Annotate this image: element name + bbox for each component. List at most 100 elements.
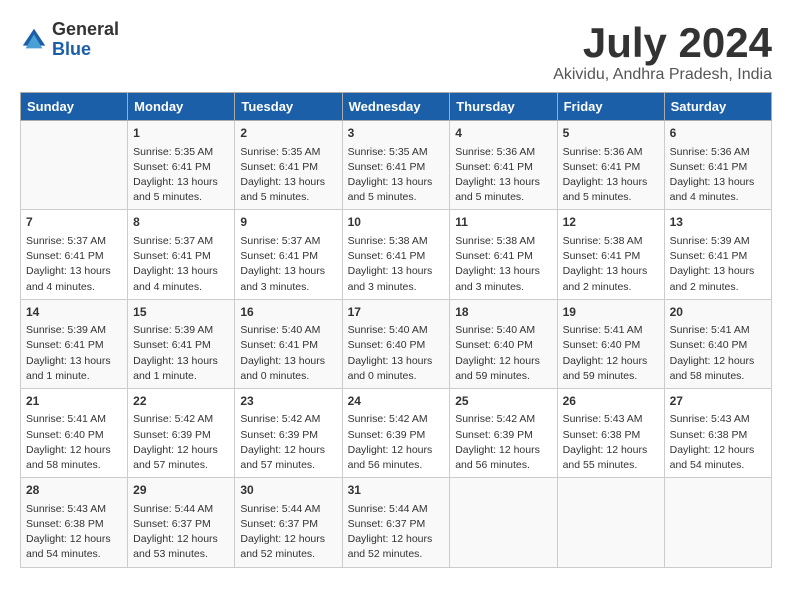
day-info-line: Sunrise: 5:38 AM <box>563 234 659 249</box>
day-number: 27 <box>670 393 766 410</box>
day-info-line: Daylight: 12 hours <box>455 354 551 369</box>
day-info-line: Daylight: 12 hours <box>563 354 659 369</box>
day-info-line: Daylight: 13 hours <box>26 354 122 369</box>
calendar-cell: 11Sunrise: 5:38 AMSunset: 6:41 PMDayligh… <box>450 210 557 299</box>
calendar-cell: 3Sunrise: 5:35 AMSunset: 6:41 PMDaylight… <box>342 121 450 210</box>
day-info-line: and 3 minutes. <box>348 280 445 295</box>
day-info-line: Sunset: 6:38 PM <box>670 428 766 443</box>
day-number: 17 <box>348 304 445 321</box>
day-number: 24 <box>348 393 445 410</box>
calendar-cell: 23Sunrise: 5:42 AMSunset: 6:39 PMDayligh… <box>235 388 342 477</box>
day-info-line: Sunset: 6:41 PM <box>455 249 551 264</box>
day-number: 29 <box>133 482 229 499</box>
day-info-line: Sunrise: 5:40 AM <box>348 323 445 338</box>
day-info-line: and 5 minutes. <box>563 190 659 205</box>
week-row-3: 14Sunrise: 5:39 AMSunset: 6:41 PMDayligh… <box>21 299 772 388</box>
day-info-line: Daylight: 13 hours <box>348 264 445 279</box>
calendar-cell: 12Sunrise: 5:38 AMSunset: 6:41 PMDayligh… <box>557 210 664 299</box>
week-row-4: 21Sunrise: 5:41 AMSunset: 6:40 PMDayligh… <box>21 388 772 477</box>
day-info-line: Sunset: 6:41 PM <box>26 338 122 353</box>
day-info-line: and 5 minutes. <box>348 190 445 205</box>
day-info-line: Daylight: 13 hours <box>133 264 229 279</box>
day-number: 7 <box>26 214 122 231</box>
day-info-line: Sunrise: 5:42 AM <box>240 412 336 427</box>
day-info-line: Sunrise: 5:42 AM <box>133 412 229 427</box>
day-info-line: Sunset: 6:41 PM <box>455 160 551 175</box>
day-number: 6 <box>670 125 766 142</box>
day-info-line: Sunrise: 5:43 AM <box>26 502 122 517</box>
day-info-line: Sunset: 6:38 PM <box>563 428 659 443</box>
day-info-line: Daylight: 13 hours <box>240 354 336 369</box>
calendar-cell: 22Sunrise: 5:42 AMSunset: 6:39 PMDayligh… <box>128 388 235 477</box>
calendar-cell: 9Sunrise: 5:37 AMSunset: 6:41 PMDaylight… <box>235 210 342 299</box>
day-number: 5 <box>563 125 659 142</box>
day-number: 11 <box>455 214 551 231</box>
calendar-cell: 30Sunrise: 5:44 AMSunset: 6:37 PMDayligh… <box>235 478 342 567</box>
day-info-line: Sunrise: 5:40 AM <box>240 323 336 338</box>
day-info-line: Sunrise: 5:42 AM <box>455 412 551 427</box>
day-info-line: and 5 minutes. <box>455 190 551 205</box>
day-info-line: and 1 minute. <box>133 369 229 384</box>
day-info-line: Sunrise: 5:39 AM <box>670 234 766 249</box>
day-info-line: Daylight: 13 hours <box>348 354 445 369</box>
day-info-line: Sunrise: 5:35 AM <box>133 145 229 160</box>
day-info-line: Sunset: 6:41 PM <box>348 160 445 175</box>
day-info-line: Daylight: 13 hours <box>563 264 659 279</box>
day-number: 12 <box>563 214 659 231</box>
calendar-cell: 24Sunrise: 5:42 AMSunset: 6:39 PMDayligh… <box>342 388 450 477</box>
logo-blue: Blue <box>52 40 119 60</box>
calendar-cell: 21Sunrise: 5:41 AMSunset: 6:40 PMDayligh… <box>21 388 128 477</box>
day-info-line: Daylight: 12 hours <box>133 443 229 458</box>
day-info-line: Daylight: 13 hours <box>240 264 336 279</box>
day-info-line: Daylight: 12 hours <box>240 443 336 458</box>
calendar-cell: 14Sunrise: 5:39 AMSunset: 6:41 PMDayligh… <box>21 299 128 388</box>
day-info-line: Daylight: 12 hours <box>563 443 659 458</box>
calendar-cell: 19Sunrise: 5:41 AMSunset: 6:40 PMDayligh… <box>557 299 664 388</box>
day-info-line: Daylight: 12 hours <box>240 532 336 547</box>
day-info-line: Sunrise: 5:35 AM <box>348 145 445 160</box>
day-info-line: and 3 minutes. <box>455 280 551 295</box>
day-info-line: and 5 minutes. <box>240 190 336 205</box>
day-info-line: Sunset: 6:41 PM <box>133 160 229 175</box>
day-info-line: and 56 minutes. <box>348 458 445 473</box>
day-info-line: Sunset: 6:39 PM <box>240 428 336 443</box>
calendar-cell: 7Sunrise: 5:37 AMSunset: 6:41 PMDaylight… <box>21 210 128 299</box>
day-info-line: Daylight: 13 hours <box>240 175 336 190</box>
day-info-line: Sunset: 6:39 PM <box>455 428 551 443</box>
day-info-line: and 5 minutes. <box>133 190 229 205</box>
day-number: 30 <box>240 482 336 499</box>
day-info-line: Sunset: 6:39 PM <box>348 428 445 443</box>
day-info-line: Daylight: 13 hours <box>26 264 122 279</box>
calendar-cell: 16Sunrise: 5:40 AMSunset: 6:41 PMDayligh… <box>235 299 342 388</box>
calendar-cell: 5Sunrise: 5:36 AMSunset: 6:41 PMDaylight… <box>557 121 664 210</box>
day-info-line: and 0 minutes. <box>348 369 445 384</box>
day-info-line: Sunrise: 5:37 AM <box>240 234 336 249</box>
day-info-line: Sunset: 6:38 PM <box>26 517 122 532</box>
day-info-line: and 4 minutes. <box>26 280 122 295</box>
day-info-line: and 52 minutes. <box>240 547 336 562</box>
page-header: General Blue July 2024 Akividu, Andhra P… <box>20 20 772 84</box>
day-info-line: Sunrise: 5:42 AM <box>348 412 445 427</box>
day-info-line: and 59 minutes. <box>563 369 659 384</box>
day-info-line: and 0 minutes. <box>240 369 336 384</box>
day-info-line: Sunrise: 5:38 AM <box>348 234 445 249</box>
calendar-cell: 27Sunrise: 5:43 AMSunset: 6:38 PMDayligh… <box>664 388 771 477</box>
day-info-line: Sunrise: 5:41 AM <box>563 323 659 338</box>
day-info-line: Sunset: 6:41 PM <box>240 338 336 353</box>
day-info-line: Sunrise: 5:37 AM <box>133 234 229 249</box>
day-number: 10 <box>348 214 445 231</box>
day-info-line: Daylight: 12 hours <box>670 354 766 369</box>
day-info-line: Daylight: 13 hours <box>670 264 766 279</box>
day-info-line: Sunrise: 5:39 AM <box>26 323 122 338</box>
calendar-cell: 29Sunrise: 5:44 AMSunset: 6:37 PMDayligh… <box>128 478 235 567</box>
day-info-line: Sunrise: 5:44 AM <box>240 502 336 517</box>
day-info-line: and 54 minutes. <box>26 547 122 562</box>
day-info-line: Sunset: 6:39 PM <box>133 428 229 443</box>
week-row-5: 28Sunrise: 5:43 AMSunset: 6:38 PMDayligh… <box>21 478 772 567</box>
logo-text: General Blue <box>52 20 119 60</box>
logo-general: General <box>52 20 119 40</box>
day-info-line: and 58 minutes. <box>670 369 766 384</box>
calendar-cell <box>664 478 771 567</box>
day-info-line: and 55 minutes. <box>563 458 659 473</box>
calendar-cell: 2Sunrise: 5:35 AMSunset: 6:41 PMDaylight… <box>235 121 342 210</box>
